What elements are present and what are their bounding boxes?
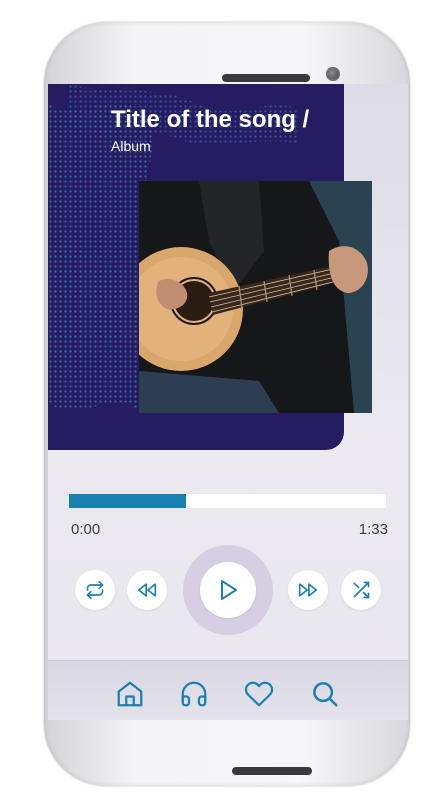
song-title: Title of the song / <box>111 106 310 133</box>
earpiece-speaker <box>222 74 310 82</box>
shuffle-button[interactable] <box>341 570 381 610</box>
home-icon <box>117 681 143 707</box>
nav-search[interactable] <box>310 679 340 709</box>
progress-fill <box>69 494 187 508</box>
search-icon <box>313 682 338 707</box>
music-player-screen: Title of the song / Album 0:00 1:33 <box>48 84 408 720</box>
rewind-button[interactable] <box>127 570 167 610</box>
nav-home[interactable] <box>115 679 145 709</box>
bottom-navigation <box>48 660 408 720</box>
guitarist-illustration <box>139 181 372 413</box>
repeat-button[interactable] <box>75 570 115 610</box>
progress-bar[interactable] <box>69 494 386 508</box>
fast-forward-icon <box>298 583 318 597</box>
album-artwork-guitarist <box>139 181 372 413</box>
nav-favorites[interactable] <box>244 679 274 709</box>
play-button[interactable] <box>200 562 256 618</box>
album-name: Album <box>111 138 151 154</box>
elapsed-time: 0:00 <box>71 521 101 538</box>
play-icon <box>221 580 237 600</box>
shuffle-icon <box>353 581 370 599</box>
fast-forward-button[interactable] <box>288 570 328 610</box>
nav-library[interactable] <box>179 679 209 709</box>
total-duration: 1:33 <box>358 521 388 538</box>
repeat-icon <box>86 580 104 600</box>
front-camera <box>326 67 340 81</box>
headphones-icon <box>181 681 207 707</box>
heart-icon <box>244 681 274 707</box>
home-indicator[interactable] <box>232 767 312 775</box>
rewind-icon <box>137 583 157 597</box>
